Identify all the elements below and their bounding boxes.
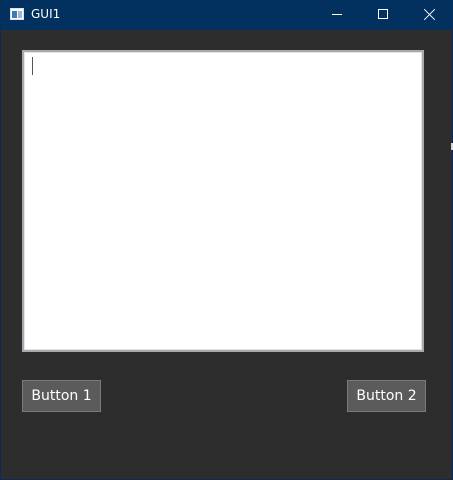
button-1[interactable]: Button 1 bbox=[22, 380, 101, 412]
app-icon-pane-right bbox=[18, 11, 22, 18]
app-icon-pane-left bbox=[12, 11, 17, 18]
text-area[interactable] bbox=[22, 50, 424, 352]
app-window: GUI1 Button 1 Button 2 bbox=[0, 0, 453, 480]
maximize-icon bbox=[378, 9, 388, 19]
close-button[interactable] bbox=[406, 0, 452, 30]
minimize-icon bbox=[332, 14, 342, 15]
button-2[interactable]: Button 2 bbox=[347, 380, 426, 412]
maximize-button[interactable] bbox=[360, 0, 406, 30]
window-title: GUI1 bbox=[31, 7, 61, 21]
title-bar[interactable]: GUI1 bbox=[1, 0, 453, 30]
app-icon bbox=[10, 8, 24, 20]
text-area-content[interactable] bbox=[24, 52, 422, 350]
minimize-button[interactable] bbox=[314, 0, 360, 30]
text-cursor bbox=[32, 57, 33, 75]
close-icon bbox=[423, 8, 436, 21]
